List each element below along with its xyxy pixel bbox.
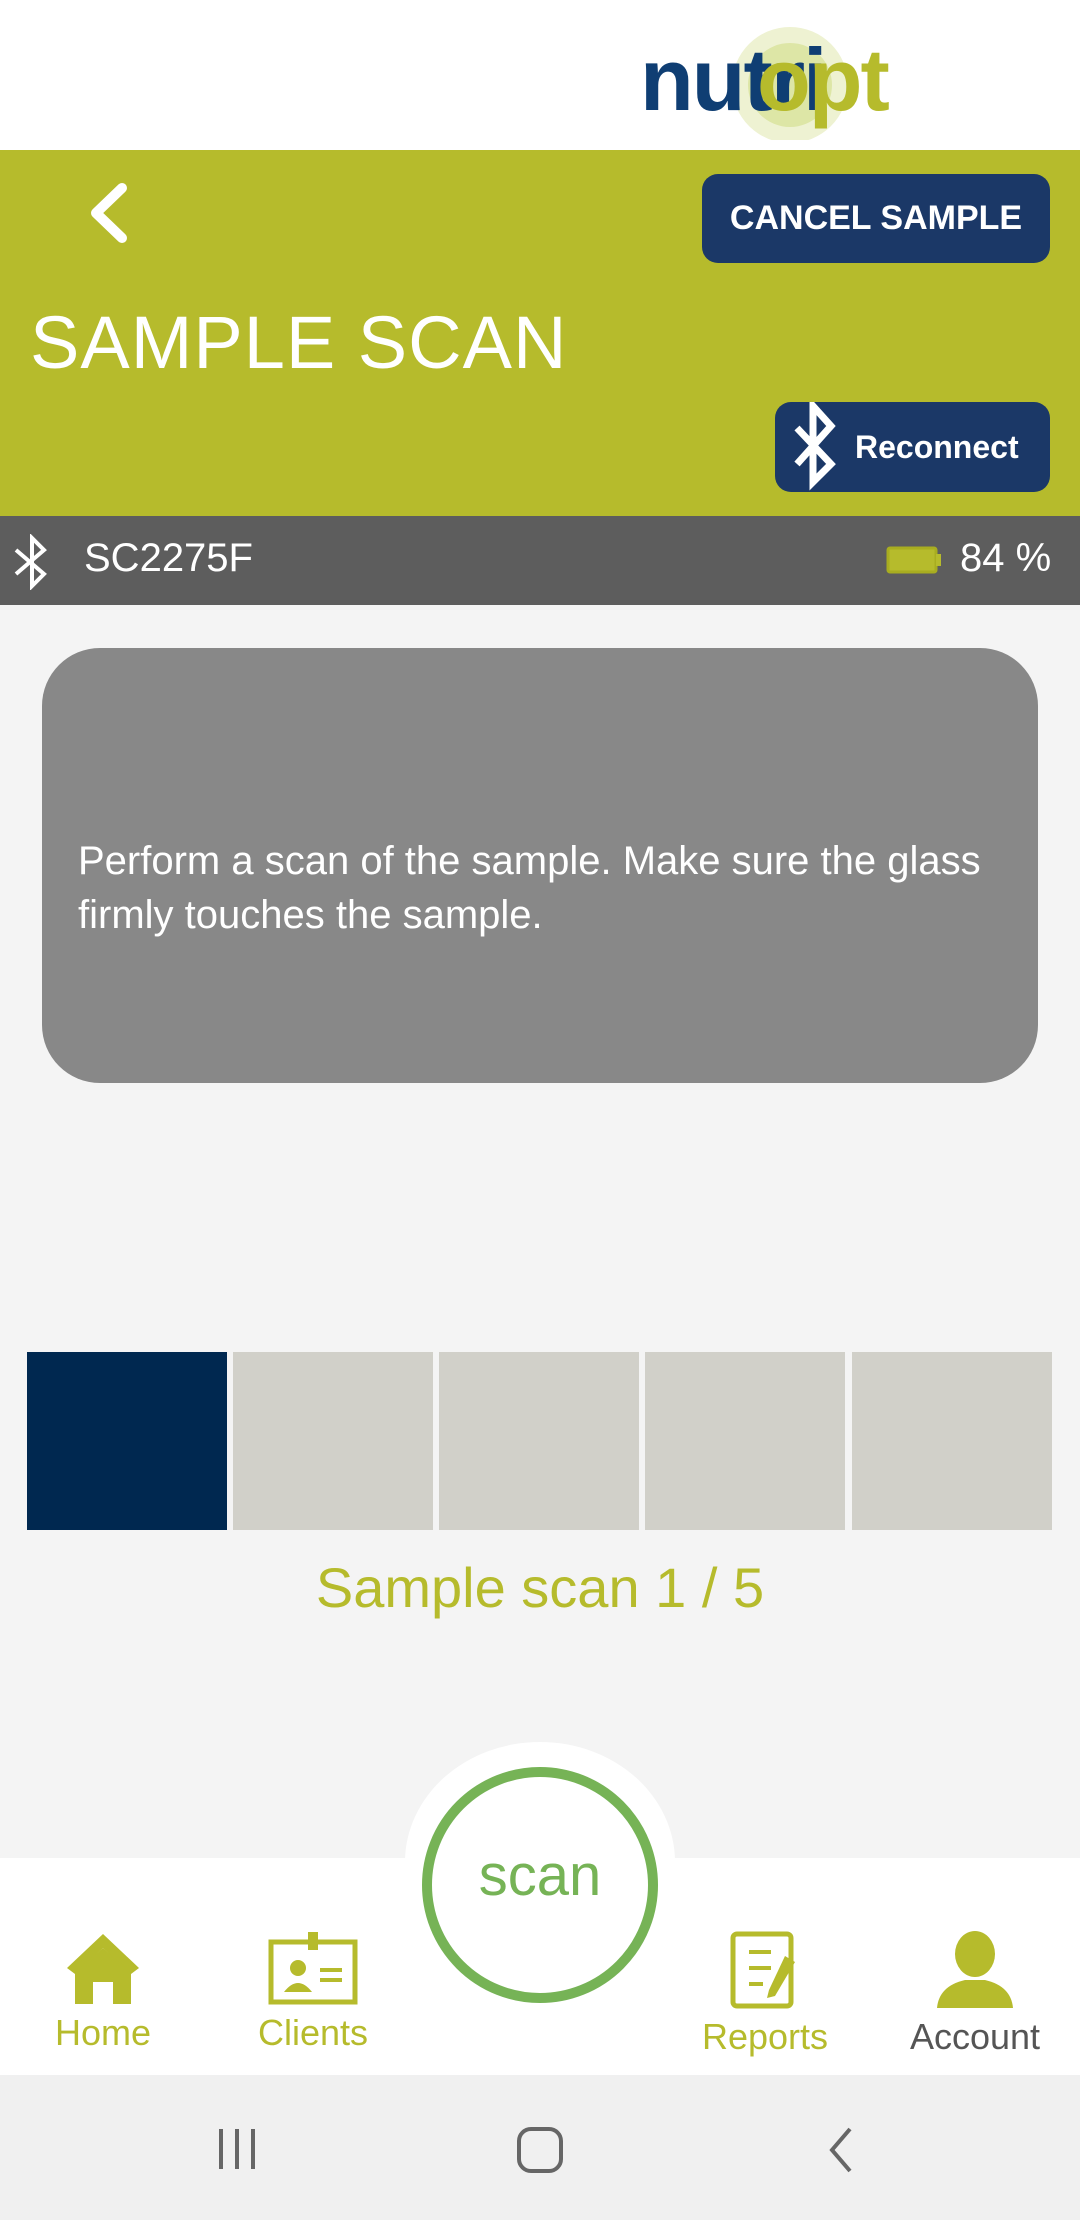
progress-step-4 (645, 1352, 845, 1530)
home-system-icon[interactable] (515, 2125, 565, 2175)
progress-label: Sample scan 1 / 5 (315, 1556, 765, 1619)
nav-home[interactable]: Home (23, 1930, 183, 2054)
reports-icon (730, 1931, 795, 2009)
nav-clients[interactable]: Clients (233, 1930, 393, 2054)
nav-account[interactable]: Account (895, 1930, 1055, 2058)
battery-icon (886, 546, 941, 574)
progress-step-1 (27, 1352, 227, 1530)
cancel-sample-button[interactable]: CANCEL SAMPLE (702, 174, 1050, 263)
recent-apps-icon[interactable] (215, 2127, 261, 2171)
device-status-bar: SC2275F 84 % (0, 516, 1080, 605)
nav-home-label: Home (54, 2012, 152, 2053)
nav-reports-label: Reports (701, 2016, 829, 2057)
device-name: SC2275F (84, 536, 253, 580)
nav-clients-label: Clients (257, 2012, 369, 2053)
battery-percentage: 84 % (960, 536, 1052, 580)
progress-step-3 (439, 1352, 639, 1530)
progress-step-2 (233, 1352, 433, 1530)
scan-label: scan (478, 1842, 602, 1908)
reconnect-button[interactable]: Reconnect (775, 402, 1050, 492)
home-icon (67, 1934, 139, 2004)
nav-reports[interactable]: Reports (685, 1930, 845, 2058)
reconnect-label: Reconnect (855, 428, 1019, 465)
back-arrow-icon[interactable] (80, 178, 140, 248)
system-nav-bar (0, 2075, 1080, 2220)
instruction-card: Perform a scan of the sample. Make sure … (42, 648, 1038, 1083)
bluetooth-icon (794, 402, 836, 491)
bluetooth-icon (14, 534, 47, 590)
instruction-text: Perform a scan of the sample. Make sure … (78, 839, 981, 937)
progress-step-5 (852, 1352, 1052, 1530)
clients-icon (268, 1932, 358, 2005)
account-icon (937, 1931, 1013, 2008)
cancel-sample-label: CANCEL SAMPLE (729, 199, 1023, 237)
page-title: SAMPLE SCAN (30, 301, 568, 384)
nav-account-label: Account (909, 2016, 1041, 2057)
app-top-bar: nutri opt (0, 0, 1080, 150)
scan-button[interactable]: scan (422, 1767, 658, 2003)
svg-text:opt: opt (757, 30, 890, 129)
back-system-icon[interactable] (826, 2125, 856, 2175)
nutriopt-logo: nutri opt (640, 27, 892, 140)
